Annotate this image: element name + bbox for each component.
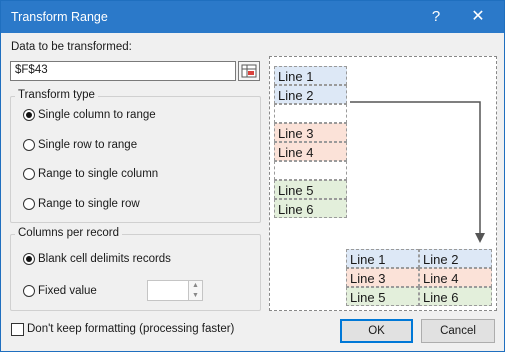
dont-keep-formatting-label: Don't keep formatting (processing faster… <box>27 323 235 335</box>
result-cell: Line 3 <box>346 268 419 287</box>
fixed-value-spinner[interactable]: ▲ ▼ <box>189 280 203 301</box>
radio-dot <box>23 285 35 297</box>
help-button[interactable]: ? <box>416 1 456 33</box>
result-cell: Line 2 <box>419 249 492 268</box>
range-select-button[interactable] <box>238 61 260 81</box>
source-cell: Line 5 <box>274 180 347 199</box>
radio-label: Range to single column <box>38 168 159 180</box>
spin-down-icon[interactable]: ▼ <box>189 291 202 301</box>
columns-per-record-group <box>10 234 261 311</box>
columns-per-record-legend: Columns per record <box>15 227 122 239</box>
close-button[interactable]: ✕ <box>458 1 498 33</box>
radio-label: Single column to range <box>38 109 156 121</box>
dont-keep-formatting-checkbox[interactable] <box>11 323 24 336</box>
result-cell: Line 5 <box>346 287 419 306</box>
result-cell: Line 6 <box>419 287 492 306</box>
radio-dot <box>23 253 35 265</box>
dialog-title: Transform Range <box>11 10 108 24</box>
radio-label: Blank cell delimits records <box>38 253 171 265</box>
transform-type-legend: Transform type <box>15 89 98 101</box>
result-cell: Line 4 <box>419 268 492 287</box>
range-input[interactable]: $F$43 <box>10 61 236 81</box>
radio-dot <box>23 198 35 210</box>
cancel-button[interactable]: Cancel <box>421 319 495 343</box>
radio-blank-cell-delimits[interactable]: Blank cell delimits records <box>23 253 171 265</box>
radio-dot <box>23 168 35 180</box>
source-cell: Line 2 <box>274 85 347 104</box>
preview-panel: Line 1 Line 2 Line 3 Line 4 Line 5 Line … <box>269 56 497 311</box>
data-to-transform-label: Data to be transformed: <box>11 41 132 53</box>
transform-arrow-icon <box>350 101 485 243</box>
source-cell: Line 3 <box>274 123 347 142</box>
radio-range-to-single-column[interactable]: Range to single column <box>23 168 158 180</box>
radio-single-column-to-range[interactable]: Single column to range <box>23 109 156 121</box>
source-cell: Line 1 <box>274 66 347 85</box>
range-select-icon <box>241 64 257 78</box>
result-cell: Line 1 <box>346 249 419 268</box>
spin-up-icon[interactable]: ▲ <box>189 281 202 291</box>
source-cell <box>274 161 347 180</box>
radio-label: Range to single row <box>38 198 140 210</box>
title-bar: Transform Range ? ✕ <box>1 1 504 33</box>
source-cell: Line 4 <box>274 142 347 161</box>
radio-dot <box>23 139 35 151</box>
radio-dot <box>23 109 35 121</box>
radio-label: Fixed value <box>38 285 97 297</box>
source-cell <box>274 104 347 123</box>
radio-single-row-to-range[interactable]: Single row to range <box>23 139 137 151</box>
ok-button[interactable]: OK <box>340 319 413 343</box>
radio-fixed-value[interactable]: Fixed value <box>23 285 97 297</box>
radio-range-to-single-row[interactable]: Range to single row <box>23 198 140 210</box>
fixed-value-input[interactable] <box>147 280 189 301</box>
transform-range-dialog: Transform Range ? ✕ Data to be transform… <box>0 0 505 352</box>
source-cell: Line 6 <box>274 199 347 218</box>
radio-label: Single row to range <box>38 139 138 151</box>
